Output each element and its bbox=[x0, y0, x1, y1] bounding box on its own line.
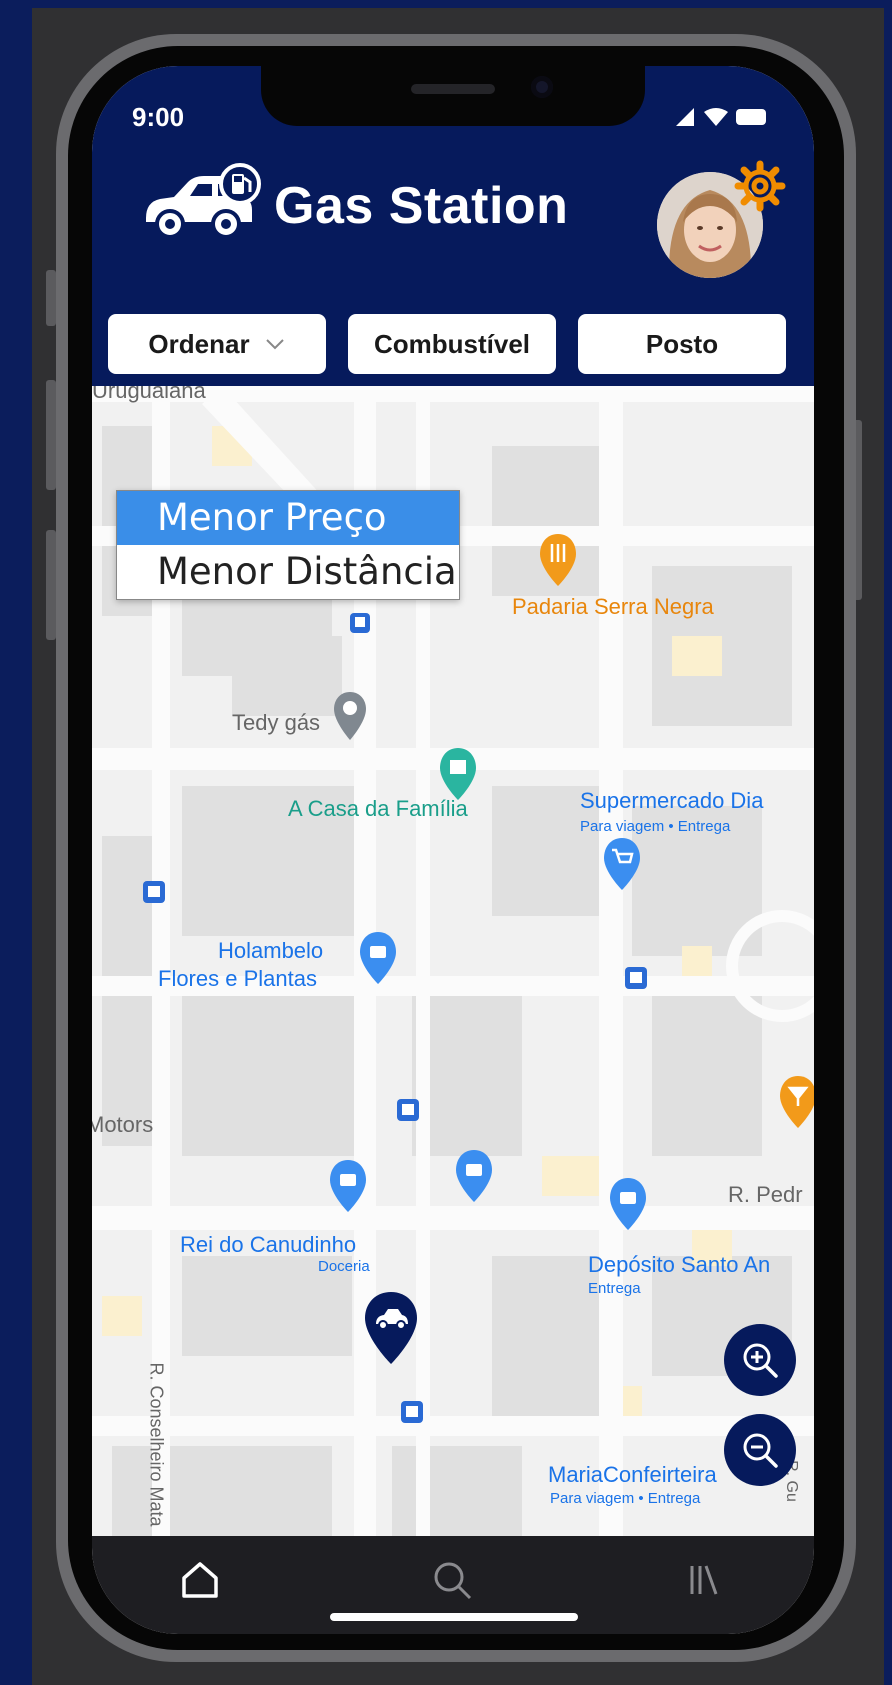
bus-stop-icon-5 bbox=[401, 1401, 423, 1423]
map-label-deposito: Depósito Santo An bbox=[588, 1252, 771, 1277]
map-label-maria: MariaConfeirteira bbox=[548, 1462, 717, 1487]
status-time: 9:00 bbox=[132, 102, 185, 132]
map-label-tedy: Tedy gás bbox=[232, 710, 321, 735]
bus-stop-icon-3 bbox=[625, 967, 647, 989]
search-icon[interactable] bbox=[430, 1558, 474, 1602]
zoom-out-button[interactable] bbox=[724, 1414, 796, 1486]
bus-stop-icon bbox=[350, 613, 370, 633]
front-camera bbox=[531, 76, 553, 98]
cart-pin-icon[interactable] bbox=[602, 836, 642, 892]
home-icon[interactable] bbox=[178, 1558, 222, 1602]
status-icons bbox=[676, 108, 766, 126]
sort-option-nearest[interactable]: Menor Distância bbox=[117, 545, 459, 599]
shop-pin-teal-icon[interactable] bbox=[438, 746, 478, 802]
notch bbox=[261, 66, 645, 126]
gas-station-marker-icon[interactable] bbox=[362, 1290, 420, 1366]
map-label-conselheiro: R. Conselheiro Mata bbox=[146, 1362, 167, 1527]
gas-pin-icon[interactable] bbox=[332, 690, 368, 742]
map-label-holambelo: Holambelo bbox=[218, 938, 324, 963]
silent-switch bbox=[46, 530, 56, 640]
volume-up-button bbox=[46, 270, 56, 326]
battery-icon bbox=[736, 109, 766, 125]
sort-label: Ordenar bbox=[148, 328, 250, 359]
map-label-rei: Rei do Canudinho bbox=[180, 1232, 357, 1257]
signal-icon bbox=[676, 108, 694, 126]
volume-down-button bbox=[46, 380, 56, 490]
map-label-rei-sub: Doceria bbox=[318, 1258, 370, 1275]
bus-stop-icon-4 bbox=[397, 1099, 419, 1121]
phone-screen: 9:00 Gas Station Ordenar Combustível Pos… bbox=[92, 66, 814, 1634]
map-label-padaria: Padaria Serra Negra bbox=[512, 594, 714, 619]
restaurant-pin-icon[interactable] bbox=[538, 532, 578, 588]
bus-stop-icon-2 bbox=[143, 881, 165, 903]
map-label-deposito-sub: Entrega bbox=[588, 1280, 641, 1297]
home-indicator[interactable] bbox=[330, 1613, 578, 1621]
map-label-supermercado-sub: Para viagem • Entrega bbox=[580, 818, 731, 835]
shop-pin-icon-2[interactable] bbox=[328, 1158, 368, 1214]
speaker bbox=[411, 84, 495, 94]
zoom-in-button[interactable] bbox=[724, 1324, 796, 1396]
bar-pin-icon[interactable] bbox=[778, 1074, 814, 1130]
chevron-down-icon bbox=[265, 339, 284, 350]
fuel-filter-button[interactable]: Combustível bbox=[348, 314, 556, 374]
map-label-motors: Motors bbox=[92, 1112, 154, 1137]
station-label: Posto bbox=[645, 328, 719, 359]
shop-pin-icon[interactable] bbox=[358, 930, 398, 986]
sort-option-lowest-price[interactable]: Menor Preço bbox=[117, 491, 459, 545]
sort-dropdown-menu: Menor Preço Menor Distância bbox=[116, 490, 460, 600]
map-label-rpedr: R. Pedr bbox=[728, 1182, 803, 1207]
map-label-supermercado: Supermercado Dia bbox=[580, 788, 764, 813]
library-icon[interactable] bbox=[682, 1558, 726, 1602]
shop-pin-icon-3[interactable] bbox=[454, 1148, 494, 1204]
station-filter-button[interactable]: Posto bbox=[578, 314, 786, 374]
map-label-maria-sub: Para viagem • Entrega bbox=[550, 1490, 701, 1507]
gear-icon[interactable] bbox=[734, 160, 786, 212]
fuel-label: Combustível bbox=[373, 328, 531, 359]
shop-pin-icon-4[interactable] bbox=[608, 1176, 648, 1232]
map-label-casa: A Casa da Família bbox=[288, 796, 468, 821]
map-label-flores: Flores e Plantas bbox=[158, 966, 317, 991]
wifi-icon bbox=[704, 108, 728, 126]
app-title: Gas Station bbox=[274, 177, 569, 235]
map-label-uruguaiana: Uruguaiana bbox=[92, 386, 206, 403]
zoom-out-icon bbox=[743, 1433, 778, 1468]
zoom-in-icon bbox=[743, 1343, 778, 1378]
car-fuel-icon bbox=[146, 163, 261, 239]
sort-dropdown-button[interactable]: Ordenar bbox=[108, 314, 326, 374]
